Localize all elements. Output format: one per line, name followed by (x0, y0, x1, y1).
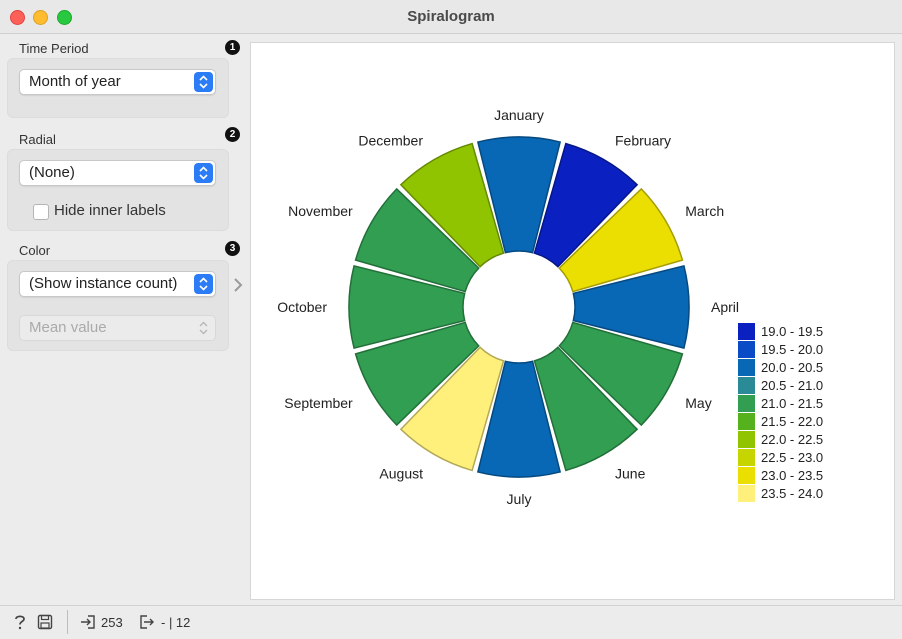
month-label-april: April (711, 299, 739, 315)
month-label-september: September (284, 395, 353, 411)
legend-swatch (738, 341, 755, 358)
legend-swatch (738, 395, 755, 412)
input-count: 253 (101, 615, 123, 630)
legend-swatch (738, 449, 755, 466)
legend-label: 21.0 - 21.5 (761, 396, 823, 411)
legend-swatch (738, 431, 755, 448)
radial-select[interactable]: (None) (19, 160, 216, 186)
legend-swatch (738, 323, 755, 340)
legend-swatch (738, 377, 755, 394)
month-label-july: July (507, 491, 532, 507)
month-label-june: June (615, 465, 646, 481)
time-period-value: Month of year (29, 73, 121, 90)
window-title: Spiralogram (407, 8, 495, 25)
select-arrows-icon (194, 318, 213, 338)
legend-swatch (738, 485, 755, 502)
month-label-may: May (685, 395, 711, 411)
status-bar: 253 - | 12 (0, 605, 902, 639)
plot-area: January February March April May June July Augu… (250, 42, 895, 600)
step-badge-3: 3 (225, 241, 240, 256)
status-separator (67, 610, 68, 634)
time-period-label: Time Period (19, 41, 89, 56)
month-label-october: October (277, 299, 327, 315)
legend-label: 20.5 - 21.0 (761, 378, 823, 393)
control-panel: Time Period 1 Month of year Radial 2 (No… (0, 34, 240, 604)
collapse-panel-chevron-icon[interactable] (230, 275, 246, 295)
aggregation-select[interactable]: Mean value (19, 315, 216, 341)
hide-inner-labels-label: Hide inner labels (54, 202, 166, 219)
legend-label: 19.0 - 19.5 (761, 324, 823, 339)
help-icon[interactable] (12, 613, 28, 636)
legend-label: 21.5 - 22.0 (761, 414, 823, 429)
legend-label: 23.5 - 24.0 (761, 486, 823, 501)
color-select[interactable]: (Show instance count) (19, 271, 216, 297)
legend-label: 22.0 - 22.5 (761, 432, 823, 447)
legend-swatch (738, 413, 755, 430)
select-arrows-icon (194, 72, 213, 92)
month-label-november: November (288, 203, 353, 219)
radial-value: (None) (29, 164, 75, 181)
output-data-icon (139, 614, 155, 635)
save-icon[interactable] (37, 614, 53, 635)
month-label-february: February (615, 133, 671, 149)
select-arrows-icon (194, 163, 213, 183)
step-badge-2: 2 (225, 127, 240, 142)
month-label-december: December (358, 133, 423, 149)
color-value: (Show instance count) (29, 275, 178, 292)
time-period-select[interactable]: Month of year (19, 69, 216, 95)
radial-label: Radial (19, 132, 56, 147)
legend-label: 19.5 - 20.0 (761, 342, 823, 357)
hide-inner-labels-checkbox[interactable] (33, 204, 49, 220)
legend-swatch (738, 467, 755, 484)
month-label-august: August (379, 465, 423, 481)
step-badge-1: 1 (225, 40, 240, 55)
spiralogram-chart: January February March April May June July Augu… (277, 107, 823, 507)
month-label-january: January (494, 107, 544, 123)
color-label: Color (19, 243, 51, 258)
select-arrows-icon (194, 274, 213, 294)
title-bar: Spiralogram (0, 0, 902, 34)
legend-swatch (738, 359, 755, 376)
legend-label: 22.5 - 23.0 (761, 450, 823, 465)
input-data-icon (80, 614, 96, 635)
legend-label: 23.0 - 23.5 (761, 468, 823, 483)
aggregation-value: Mean value (29, 319, 107, 336)
legend-label: 20.0 - 20.5 (761, 360, 823, 375)
output-count: - | 12 (161, 615, 191, 630)
month-label-march: March (685, 203, 724, 219)
